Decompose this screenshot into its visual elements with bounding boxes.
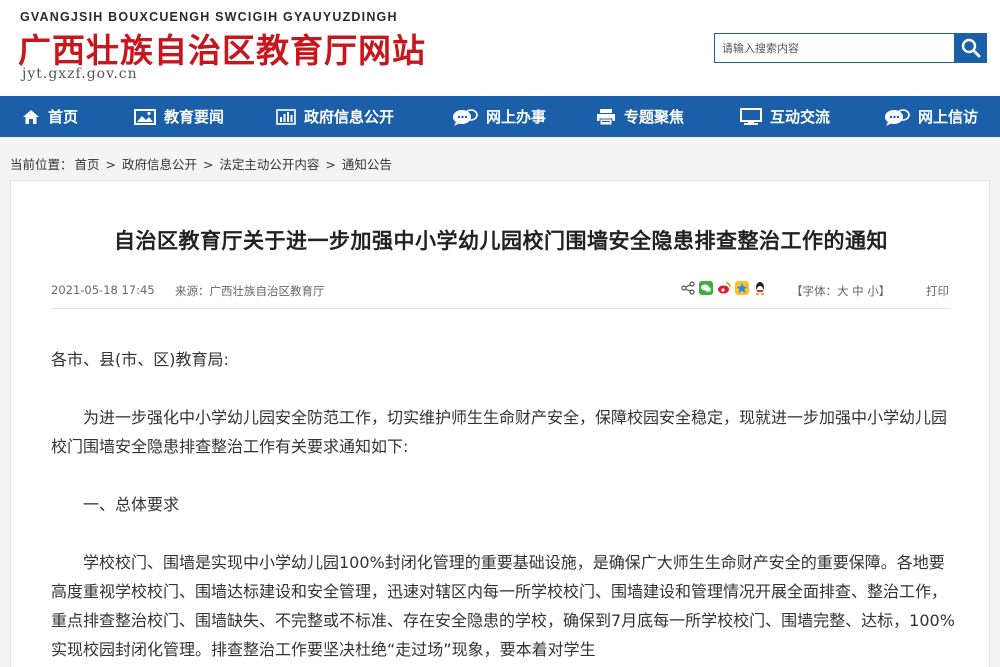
share-bar bbox=[681, 281, 767, 295]
nav-item-petition[interactable]: 网上信访 bbox=[884, 96, 978, 137]
nav-item-online-service[interactable]: 网上办事 bbox=[452, 96, 546, 137]
chat-icon bbox=[453, 108, 478, 126]
image-icon bbox=[134, 108, 156, 125]
qq-icon[interactable] bbox=[753, 281, 767, 295]
qzone-icon[interactable] bbox=[735, 281, 749, 295]
breadcrumb: 当前位置： 首页 > 政府信息公开 > 法定主动公开内容 > 通知公告 bbox=[10, 154, 394, 173]
article-panel: 自治区教育厅关于进一步加强中小学幼儿园校门围墙安全隐患排查整治工作的通知 202… bbox=[10, 180, 990, 667]
section-heading: 一、总体要求 bbox=[83, 495, 180, 514]
font-size-control[interactable]: 【字体：大 中 小】 bbox=[791, 283, 890, 299]
logo-pinyin: GVANGJSIH BOUXCUENGH SWCIGIH GYAUYUZDING… bbox=[20, 10, 398, 24]
article-source: 来源：广西壮族自治区教育厅 bbox=[175, 284, 325, 298]
nav-item-gov-info[interactable]: 政府信息公开 bbox=[276, 96, 394, 137]
nav-item-label: 互动交流 bbox=[770, 108, 831, 126]
nav-item-topics[interactable]: 专题聚焦 bbox=[596, 96, 684, 137]
nav-item-label: 网上办事 bbox=[486, 108, 547, 126]
breadcrumb-link[interactable]: 通知公告 bbox=[342, 157, 392, 172]
weibo-icon[interactable] bbox=[717, 281, 731, 295]
search-icon bbox=[961, 38, 980, 58]
chat-icon bbox=[885, 108, 910, 126]
article-title: 自治区教育厅关于进一步加强中小学幼儿园校门围墙安全隐患排查整治工作的通知 bbox=[114, 229, 888, 253]
wechat-icon[interactable] bbox=[699, 281, 713, 295]
printer-icon bbox=[597, 108, 615, 125]
breadcrumb-link[interactable]: 政府信息公开 bbox=[122, 157, 197, 172]
search-button[interactable] bbox=[954, 33, 987, 63]
site-url: jyt.gxzf.gov.cn bbox=[22, 66, 138, 82]
breadcrumb-prefix: 当前位置： bbox=[10, 157, 73, 172]
search-box bbox=[714, 33, 987, 63]
home-icon bbox=[23, 109, 39, 124]
article-body: 各市、县(市、区)教育局: 为进一步强化中小学幼儿园安全防范工作，切实维护师生生… bbox=[51, 345, 956, 664]
meta-divider bbox=[51, 308, 951, 309]
salutation: 各市、县(市、区)教育局: bbox=[51, 350, 229, 369]
breadcrumb-separator: > bbox=[321, 157, 340, 172]
breadcrumb-separator: > bbox=[198, 157, 218, 172]
nav-item-interaction[interactable]: 互动交流 bbox=[740, 96, 830, 137]
site-logo-title[interactable]: 广西壮族自治区教育厅网站 bbox=[18, 24, 426, 72]
main-nav: 首页 教育要闻 政府信息公开 网上办事 专题聚焦 互动交流 网上信访 bbox=[0, 96, 1000, 137]
nav-item-label: 专题聚焦 bbox=[624, 108, 685, 126]
publish-date: 2021-05-18 17:45 bbox=[51, 283, 155, 297]
monitor-icon bbox=[740, 107, 762, 125]
site-header: GVANGJSIH BOUXCUENGH SWCIGIH GYAUYUZDING… bbox=[0, 0, 1000, 96]
search-input[interactable] bbox=[714, 33, 954, 63]
nav-item-home[interactable]: 首页 bbox=[22, 96, 78, 137]
breadcrumb-link[interactable]: 法定主动公开内容 bbox=[219, 157, 319, 172]
breadcrumb-separator: > bbox=[101, 157, 120, 172]
breadcrumb-link[interactable]: 首页 bbox=[75, 157, 100, 172]
nav-item-label: 网上信访 bbox=[918, 108, 979, 126]
article-meta: 2021-05-18 17:45 来源：广西壮族自治区教育厅 【字体：大 中 小… bbox=[51, 281, 951, 301]
intro-paragraph: 为进一步强化中小学幼儿园安全防范工作，切实维护师生生命财产安全，保障校园安全稳定… bbox=[51, 408, 948, 456]
nav-item-label: 教育要闻 bbox=[164, 108, 225, 126]
nav-item-label: 首页 bbox=[48, 108, 79, 126]
print-button[interactable]: 打印 bbox=[926, 283, 949, 299]
share-icon[interactable] bbox=[681, 281, 695, 295]
nav-item-news[interactable]: 教育要闻 bbox=[134, 96, 224, 137]
bar-chart-icon bbox=[276, 108, 296, 125]
body-paragraph: 学校校门、围墙是实现中小学幼儿园100%封闭化管理的重要基础设施，是确保广大师生… bbox=[51, 553, 955, 659]
nav-item-label: 政府信息公开 bbox=[304, 108, 395, 126]
